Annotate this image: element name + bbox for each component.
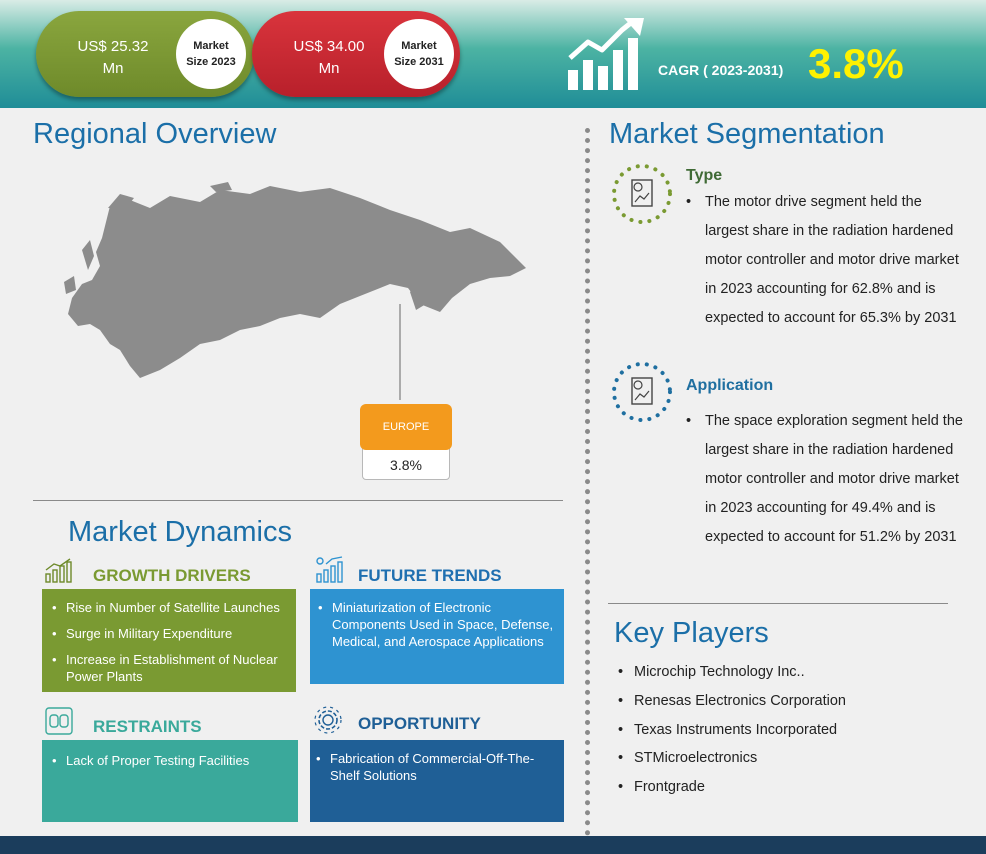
- opportunity-title: OPPORTUNITY: [358, 714, 481, 733]
- future-trends-card: Miniaturization of Electronic Components…: [310, 589, 564, 684]
- type-text: The motor drive segment held the largest…: [705, 194, 959, 326]
- growth-drivers-card: Rise in Number of Satellite Launches Sur…: [42, 589, 296, 692]
- application-title: Application: [686, 377, 774, 394]
- market-size-2031-label-line2: Size 2031: [394, 56, 444, 68]
- report-chart-icon: [612, 164, 672, 224]
- market-size-2031-pill: US$ 34.00 Mn Market Size 2031: [252, 11, 460, 97]
- bullet: •: [686, 194, 692, 210]
- regional-overview-title: Regional Overview: [33, 118, 277, 150]
- application-description: • The space exploration segment held the…: [686, 407, 968, 552]
- bar-chart-icon: [45, 558, 72, 583]
- cagr-label: CAGR ( 2023-2031): [658, 62, 784, 78]
- market-size-2031-unit: Mn: [318, 60, 340, 77]
- market-segmentation-title: Market Segmentation: [609, 118, 885, 150]
- market-size-2031-label-line1: Market: [401, 40, 437, 52]
- list-item: Renesas Electronics Corporation: [618, 693, 846, 722]
- cagr-value: 3.8%: [808, 40, 904, 87]
- restraints-title: RESTRAINTS: [93, 717, 202, 736]
- broken-chain-icon: [45, 707, 73, 735]
- restraints-card: Lack of Proper Testing Facilities: [42, 740, 298, 822]
- key-players-list: Microchip Technology Inc.. Renesas Elect…: [618, 664, 846, 808]
- market-size-2023-label-line2: Size 2023: [186, 56, 236, 68]
- list-item: Frontgrade: [618, 779, 846, 808]
- market-size-2023-amount: US$ 25.32: [77, 38, 149, 55]
- market-size-2031-value: US$ 34.00 Mn: [274, 36, 384, 80]
- europe-callout: EUROPE 3.8%: [360, 404, 452, 480]
- list-item: Increase in Establishment of Nuclear Pow…: [52, 651, 288, 685]
- column-divider: [585, 128, 590, 836]
- section-divider: [608, 603, 948, 604]
- europe-label: EUROPE: [360, 404, 452, 450]
- list-item: Lack of Proper Testing Facilities: [52, 752, 290, 769]
- bullet: •: [686, 413, 692, 429]
- market-size-2031-label: Market Size 2031: [384, 19, 454, 89]
- report-chart-icon: [612, 362, 672, 422]
- list-item: Texas Instruments Incorporated: [618, 722, 846, 751]
- growth-drivers-title: GROWTH DRIVERS: [93, 566, 251, 585]
- list-item: Miniaturization of Electronic Components…: [318, 599, 556, 650]
- market-dynamics-title: Market Dynamics: [68, 516, 292, 548]
- type-title: Type: [686, 167, 723, 184]
- market-size-2023-pill: US$ 25.32 Mn Market Size 2023: [36, 11, 254, 97]
- opportunity-card: Fabrication of Commercial-Off-The-Shelf …: [310, 740, 564, 822]
- list-item: STMicroelectronics: [618, 750, 846, 779]
- list-item: Surge in Military Expenditure: [52, 625, 288, 642]
- market-size-2023-label-line1: Market: [193, 40, 229, 52]
- key-players-title: Key Players: [614, 617, 769, 649]
- gear-icon: [314, 706, 342, 734]
- footer-bar: [0, 836, 986, 854]
- application-text: The space exploration segment held the l…: [705, 413, 963, 545]
- europe-asia-map: [64, 182, 526, 400]
- list-item: Microchip Technology Inc..: [618, 664, 846, 693]
- section-divider: [33, 500, 563, 501]
- market-size-2031-amount: US$ 34.00: [293, 38, 365, 55]
- market-size-2023-unit: Mn: [102, 60, 124, 77]
- list-item: Fabrication of Commercial-Off-The-Shelf …: [316, 750, 556, 784]
- market-size-2023-label: Market Size 2023: [176, 19, 246, 89]
- growth-chart-icon: [568, 18, 644, 90]
- future-trends-title: FUTURE TRENDS: [358, 566, 502, 585]
- list-item: Rise in Number of Satellite Launches: [52, 599, 288, 616]
- market-size-2023-value: US$ 25.32 Mn: [58, 36, 168, 80]
- trend-chart-icon: [316, 556, 343, 583]
- type-description: • The motor drive segment held the large…: [686, 188, 968, 333]
